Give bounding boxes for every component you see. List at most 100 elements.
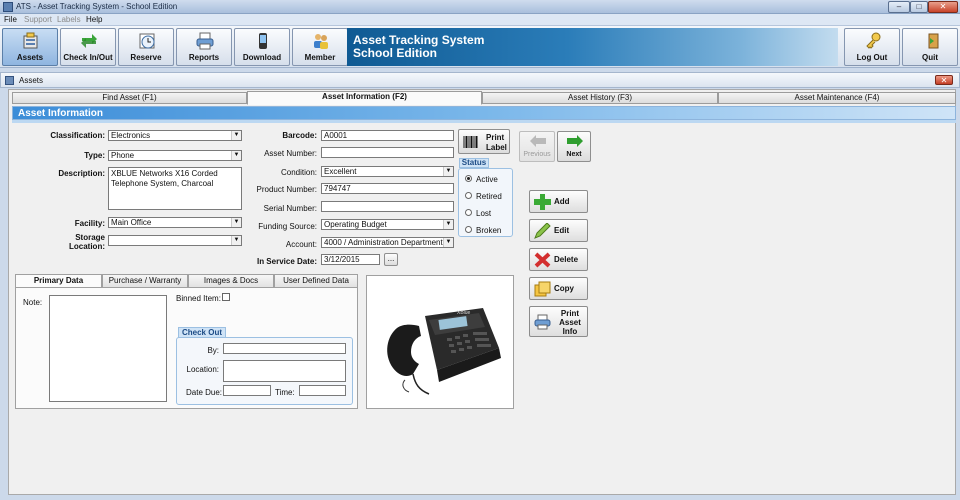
- print-label-line1: Print: [486, 133, 505, 142]
- menu-labels[interactable]: Labels: [57, 15, 81, 24]
- checkout-by-label: By:: [207, 346, 219, 355]
- facility-dropdown[interactable]: Main Office ▼: [108, 217, 242, 228]
- telephone-image: XBlue: [387, 308, 501, 395]
- close-button[interactable]: ✕: [928, 1, 958, 13]
- tab-asset-maintenance[interactable]: Asset Maintenance (F4): [718, 92, 956, 104]
- reserve-button[interactable]: Reserve: [118, 28, 174, 66]
- account-label: Account:: [285, 240, 317, 249]
- chevron-down-icon: ▼: [443, 220, 453, 229]
- delete-x-icon: [534, 252, 551, 268]
- section-header-underline: [12, 120, 956, 123]
- tab-asset-history[interactable]: Asset History (F3): [482, 92, 718, 104]
- member-button[interactable]: Member: [292, 28, 348, 66]
- binned-item-checkbox[interactable]: [222, 293, 230, 301]
- add-label: Add: [554, 197, 570, 206]
- copy-label: Copy: [554, 284, 574, 293]
- asset-number-input[interactable]: [321, 147, 454, 158]
- tab-purchase-warranty[interactable]: Purchase / Warranty: [102, 274, 188, 288]
- status-lost-radio[interactable]: [465, 209, 472, 216]
- account-value: 4000 / Administration Department: [324, 238, 443, 247]
- binned-item-label: Binned Item:: [176, 294, 221, 303]
- note-textarea[interactable]: [49, 295, 167, 402]
- tab-images-docs[interactable]: Images & Docs: [188, 274, 274, 288]
- funding-source-dropdown[interactable]: Operating Budget ▼: [321, 219, 454, 230]
- previous-button[interactable]: Previous: [519, 131, 555, 162]
- print-label-button[interactable]: Print Label: [458, 129, 510, 154]
- barcode-icon: [463, 136, 478, 148]
- assets-window-header: Assets ✕: [0, 72, 960, 88]
- edit-button[interactable]: Edit: [529, 219, 588, 242]
- menu-file[interactable]: File: [4, 15, 17, 24]
- previous-label: Previous: [523, 151, 551, 158]
- logout-label: Log Out: [856, 53, 888, 62]
- app-banner: Asset Tracking System School Edition: [347, 28, 838, 66]
- assets-label: Assets: [16, 53, 44, 62]
- chevron-down-icon: ▼: [443, 238, 453, 247]
- menu-support[interactable]: Support: [24, 15, 52, 24]
- note-label: Note:: [23, 298, 43, 307]
- tab-find-asset[interactable]: Find Asset (F1): [12, 92, 247, 104]
- key-icon: [866, 32, 881, 49]
- add-button[interactable]: Add: [529, 190, 588, 213]
- assets-button[interactable]: Assets: [2, 28, 58, 66]
- quit-button[interactable]: Quit: [902, 28, 958, 66]
- in-service-date-input[interactable]: 3/12/2015: [321, 254, 380, 265]
- serial-number-input[interactable]: [321, 201, 454, 212]
- download-button[interactable]: Download: [234, 28, 290, 66]
- date-due-label: Date Due:: [186, 388, 223, 397]
- time-input[interactable]: [299, 385, 346, 396]
- checkout-by-input[interactable]: [223, 343, 346, 354]
- print-asset-info-line3: Info: [562, 327, 578, 336]
- check-out-title: Check Out: [178, 327, 226, 338]
- status-lost-label: Lost: [476, 209, 492, 218]
- printer-icon: [196, 32, 214, 50]
- checkout-location-input[interactable]: [223, 360, 346, 382]
- section-title: Asset Information: [18, 108, 104, 119]
- next-button[interactable]: Next: [557, 131, 591, 162]
- maximize-button[interactable]: □: [910, 1, 928, 13]
- status-active-label: Active: [476, 175, 498, 184]
- delete-button[interactable]: Delete: [529, 248, 588, 271]
- assets-window-close-button[interactable]: ✕: [935, 75, 953, 85]
- section-header: Asset Information: [12, 106, 956, 120]
- copy-button[interactable]: Copy: [529, 277, 588, 300]
- member-label: Member: [304, 53, 336, 62]
- status-retired-label: Retired: [476, 192, 502, 201]
- storage-label-line1: Storage: [75, 233, 105, 242]
- date-due-input[interactable]: [223, 385, 271, 396]
- reserve-label: Reserve: [130, 53, 162, 62]
- condition-dropdown[interactable]: Excellent ▼: [321, 166, 454, 177]
- tab-primary-data[interactable]: Primary Data: [15, 274, 102, 288]
- print-asset-info-button[interactable]: Print Asset Info: [529, 306, 588, 337]
- type-dropdown[interactable]: Phone ▼: [108, 150, 242, 161]
- status-retired-radio[interactable]: [465, 192, 472, 199]
- menu-bar: File Support Labels Help: [0, 14, 960, 26]
- classification-value: Electronics: [111, 131, 151, 140]
- minimize-button[interactable]: –: [888, 1, 910, 13]
- tab-user-defined-data[interactable]: User Defined Data: [274, 274, 358, 288]
- account-dropdown[interactable]: 4000 / Administration Department ▼: [321, 237, 454, 248]
- menu-help[interactable]: Help: [86, 15, 102, 24]
- pencil-icon: [534, 223, 551, 239]
- status-broken-radio[interactable]: [465, 226, 472, 233]
- reports-button[interactable]: Reports: [176, 28, 232, 66]
- barcode-input[interactable]: A0001: [321, 130, 454, 141]
- date-picker-button[interactable]: ...: [384, 253, 398, 266]
- logout-button[interactable]: Log Out: [844, 28, 900, 66]
- members-icon: [314, 34, 328, 49]
- checkinout-button[interactable]: Check In/Out: [60, 28, 116, 66]
- description-textarea[interactable]: XBLUE Networks X16 Corded Telephone Syst…: [108, 167, 242, 210]
- printer-icon: [534, 314, 551, 330]
- window-title: ATS - Asset Tracking System - School Edi…: [16, 2, 178, 11]
- storage-location-dropdown[interactable]: ▼: [108, 235, 242, 246]
- product-number-input[interactable]: 794747: [321, 183, 454, 194]
- print-asset-info-line1: Print: [560, 309, 580, 318]
- status-active-radio[interactable]: [465, 175, 472, 182]
- clock-icon: [139, 33, 155, 49]
- banner-subtitle: School Edition: [353, 46, 437, 60]
- classification-dropdown[interactable]: Electronics ▼: [108, 130, 242, 141]
- delete-label: Delete: [554, 255, 579, 264]
- tab-asset-information[interactable]: Asset Information (F2): [247, 91, 482, 105]
- quit-label: Quit: [922, 53, 938, 62]
- app-icon: [3, 2, 13, 12]
